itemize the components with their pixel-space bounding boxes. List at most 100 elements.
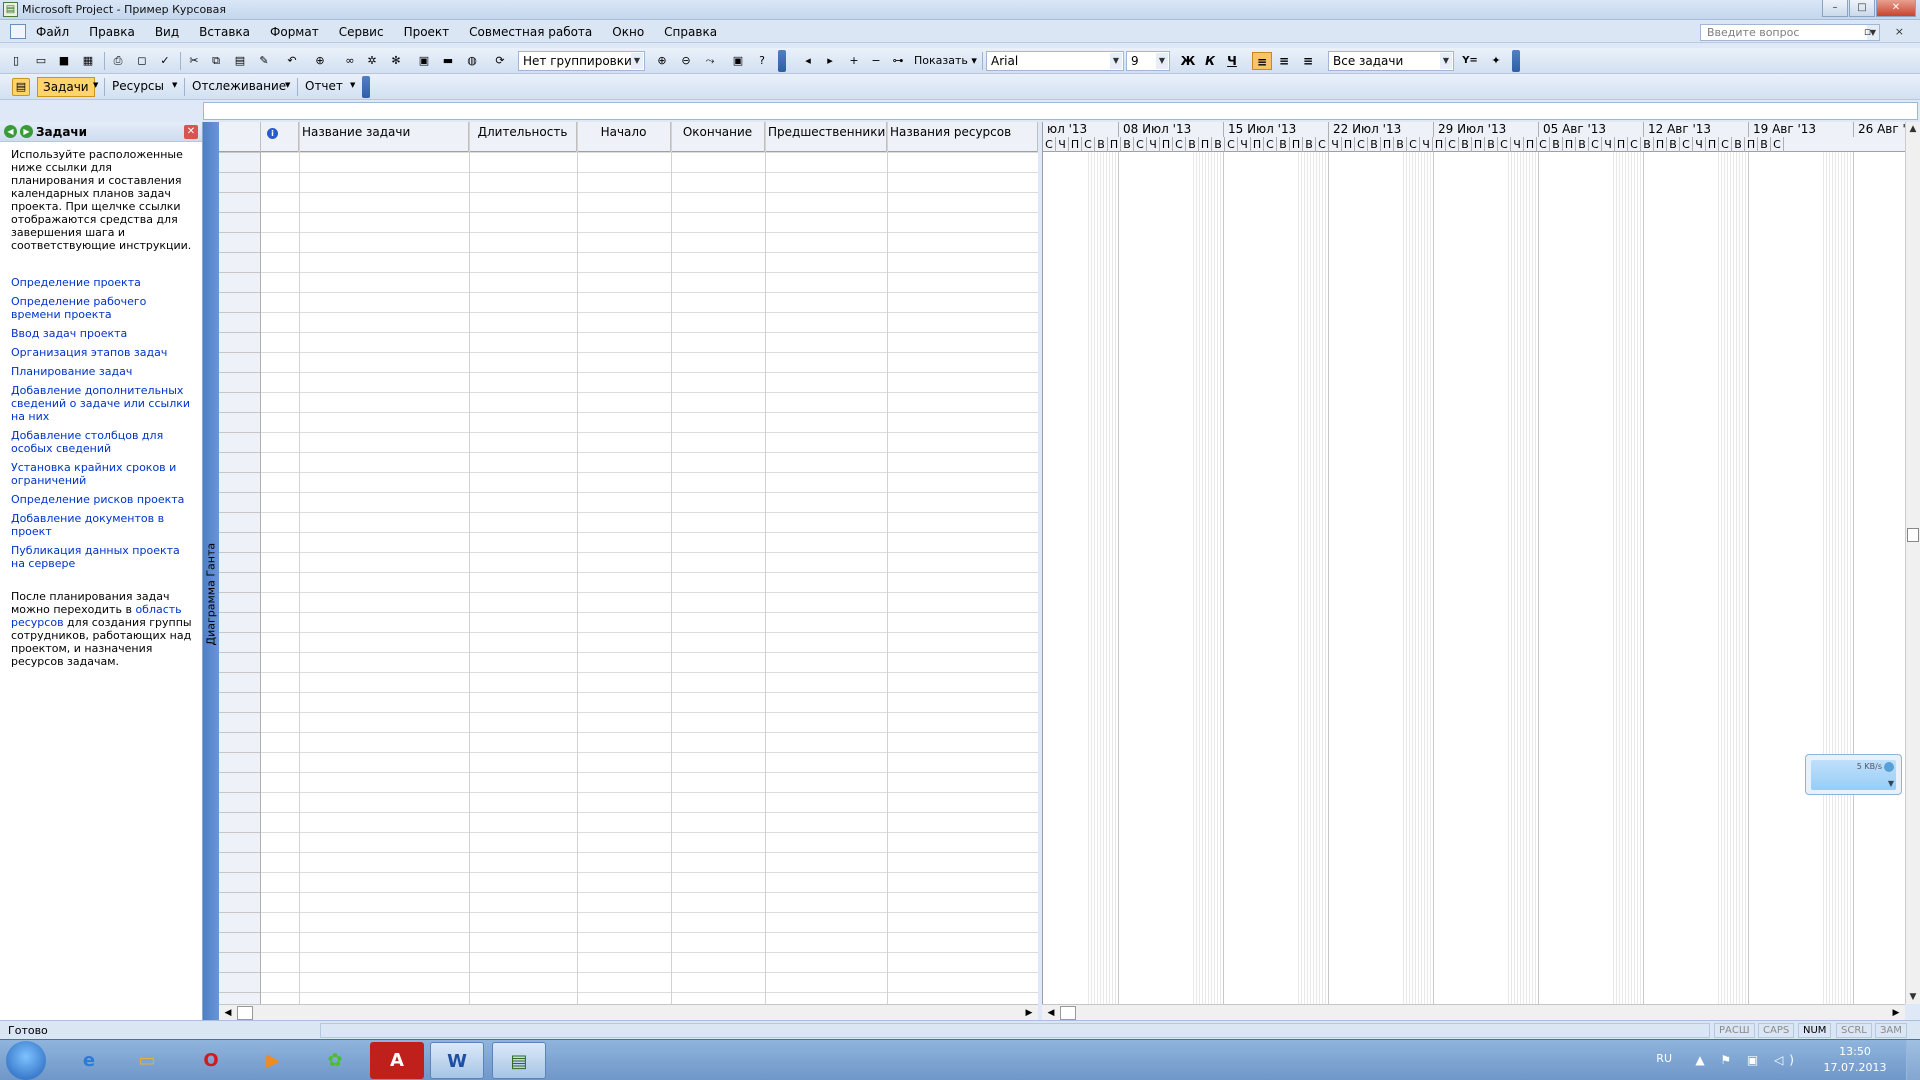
- copy-icon[interactable]: ⧉: [208, 53, 224, 69]
- settings-icon[interactable]: [1884, 762, 1894, 772]
- menu-format[interactable]: Формат: [270, 25, 319, 39]
- task-info-icon[interactable]: ▣: [416, 53, 432, 69]
- chevron-down-icon[interactable]: ▼: [631, 53, 643, 69]
- print-preview-icon[interactable]: ◻: [134, 53, 150, 69]
- acrobat-reader-icon[interactable]: A: [370, 1042, 424, 1079]
- format-painter-icon[interactable]: ✎: [256, 53, 272, 69]
- scroll-right-icon[interactable]: ▶: [1889, 1006, 1903, 1020]
- column-predecessors[interactable]: Предшественники: [765, 122, 887, 152]
- show-subtasks-icon[interactable]: +: [846, 53, 862, 69]
- refresh-icon[interactable]: ⟳: [492, 53, 508, 69]
- gantt-horizontal-scrollbar[interactable]: ◀ ▶: [1042, 1004, 1905, 1020]
- menu-window[interactable]: Окно: [612, 25, 644, 39]
- task-notes-icon[interactable]: ▬: [440, 53, 456, 69]
- assign-resources-icon[interactable]: ◍: [464, 53, 480, 69]
- network-meter-widget[interactable]: 5 KB/s ▼: [1805, 754, 1902, 795]
- link-schedule-tasks[interactable]: Планирование задач: [11, 365, 192, 378]
- indent-icon[interactable]: ▸: [822, 53, 838, 69]
- align-center-icon[interactable]: ≡: [1274, 52, 1294, 70]
- paste-icon[interactable]: ▤: [232, 53, 248, 69]
- help-question-input[interactable]: Введите вопрос ▼: [1700, 24, 1880, 41]
- forward-icon[interactable]: ▶: [20, 125, 33, 138]
- column-start[interactable]: Начало: [577, 122, 671, 152]
- link-deadlines[interactable]: Установка крайних сроков и ограничений: [11, 461, 192, 487]
- restore-button[interactable]: □: [1849, 0, 1875, 17]
- chevron-down-icon[interactable]: ▼: [285, 81, 290, 89]
- row-id-column[interactable]: [219, 152, 261, 1004]
- project-icon[interactable]: ▤: [492, 1042, 546, 1079]
- toolbar-options-grip[interactable]: [1512, 50, 1520, 72]
- unlink-tasks-icon[interactable]: ✲: [364, 53, 380, 69]
- explorer-folder-icon[interactable]: ▭: [120, 1042, 174, 1079]
- link-add-columns[interactable]: Добавление столбцов для особых сведений: [11, 429, 192, 455]
- start-button[interactable]: [6, 1041, 46, 1080]
- scroll-left-icon[interactable]: ◀: [221, 1006, 235, 1020]
- clock[interactable]: 13:50 17.07.2013: [1810, 1044, 1900, 1076]
- internet-explorer-icon[interactable]: e: [62, 1042, 116, 1079]
- entry-field[interactable]: [203, 102, 1918, 120]
- gantt-wizard-icon[interactable]: ✦: [1488, 53, 1504, 69]
- italic-button[interactable]: К: [1200, 52, 1220, 70]
- vertical-scrollbar[interactable]: ▲ ▼: [1905, 122, 1920, 1004]
- close-icon[interactable]: ✕: [184, 125, 198, 139]
- link-organize-phases[interactable]: Организация этапов задач: [11, 346, 192, 359]
- scroll-left-icon[interactable]: ◀: [1044, 1006, 1058, 1020]
- column-duration[interactable]: Длительность: [469, 122, 577, 152]
- grouping-select[interactable]: Нет группировки ▼: [518, 51, 645, 71]
- align-left-icon[interactable]: ≡: [1252, 52, 1272, 70]
- scroll-right-icon[interactable]: ▶: [1022, 1006, 1036, 1020]
- minimize-button[interactable]: –: [1822, 0, 1848, 17]
- scroll-thumb[interactable]: [237, 1006, 253, 1020]
- show-desktop-button[interactable]: [1906, 1040, 1920, 1080]
- language-indicator[interactable]: RU: [1656, 1052, 1672, 1065]
- tray-icons[interactable]: ▲ ⚑ ▣ ◁): [1695, 1053, 1800, 1067]
- media-player-icon[interactable]: ▶: [246, 1042, 300, 1079]
- zoom-in-icon[interactable]: ⊕: [654, 53, 670, 69]
- tab-tracking[interactable]: Отслеживание: [187, 77, 291, 97]
- document-window-controls[interactable]: ▫ ×: [1864, 25, 1914, 38]
- column-finish[interactable]: Окончание: [671, 122, 765, 152]
- autofilter-button[interactable]: Y=: [1458, 52, 1482, 70]
- chevron-down-icon[interactable]: ▼: [1888, 779, 1894, 788]
- filter-select[interactable]: Все задачи ▼: [1328, 51, 1454, 71]
- back-icon[interactable]: ◀: [4, 125, 17, 138]
- chevron-down-icon[interactable]: ▼: [1156, 53, 1168, 69]
- scroll-to-task-icon[interactable]: ⤳: [702, 53, 718, 69]
- show-dropdown[interactable]: Показать ▾: [914, 53, 978, 69]
- underline-button[interactable]: Ч: [1222, 52, 1242, 70]
- save-icon[interactable]: ■: [56, 53, 72, 69]
- menu-edit[interactable]: Правка: [89, 25, 135, 39]
- chevron-down-icon[interactable]: ▼: [350, 81, 355, 89]
- menu-project[interactable]: Проект: [404, 25, 450, 39]
- opera-icon[interactable]: O: [184, 1042, 238, 1079]
- column-resource-names[interactable]: Названия ресурсов: [887, 122, 1038, 152]
- menu-file[interactable]: Файл: [36, 25, 69, 39]
- document-icon[interactable]: [10, 24, 26, 39]
- font-name-select[interactable]: Arial ▼: [986, 51, 1124, 71]
- link-define-project[interactable]: Определение проекта: [11, 276, 192, 289]
- table-body[interactable]: [219, 152, 1038, 1004]
- chevron-down-icon[interactable]: ▼: [172, 81, 177, 89]
- link-task-details[interactable]: Добавление дополнительных сведений о зад…: [11, 384, 192, 423]
- close-button[interactable]: ✕: [1876, 0, 1916, 17]
- menu-view[interactable]: Вид: [155, 25, 179, 39]
- scroll-thumb[interactable]: [1060, 1006, 1076, 1020]
- link-publish[interactable]: Публикация данных проекта на сервере: [11, 544, 192, 570]
- toolbar-options-grip[interactable]: [778, 50, 786, 72]
- chevron-down-icon[interactable]: ▼: [1110, 53, 1122, 69]
- tab-report[interactable]: Отчет: [300, 77, 348, 97]
- menu-help[interactable]: Справка: [664, 25, 717, 39]
- link-risks[interactable]: Определение рисков проекта: [11, 493, 192, 506]
- icq-icon[interactable]: ✿: [308, 1042, 362, 1079]
- gantt-body[interactable]: [1043, 152, 1905, 1004]
- outline-icon[interactable]: ⊶: [890, 53, 906, 69]
- project-app-icon[interactable]: ▤: [3, 2, 18, 17]
- menu-insert[interactable]: Вставка: [199, 25, 250, 39]
- scroll-down-icon[interactable]: ▼: [1906, 990, 1920, 1004]
- scroll-thumb[interactable]: [1907, 528, 1919, 542]
- table-horizontal-scrollbar[interactable]: ◀ ▶: [219, 1004, 1038, 1020]
- outdent-icon[interactable]: ◂: [800, 53, 816, 69]
- copy-picture-icon[interactable]: ▣: [730, 53, 746, 69]
- chevron-down-icon[interactable]: ▼: [1440, 53, 1452, 69]
- chevron-down-icon[interactable]: ▼: [93, 81, 98, 89]
